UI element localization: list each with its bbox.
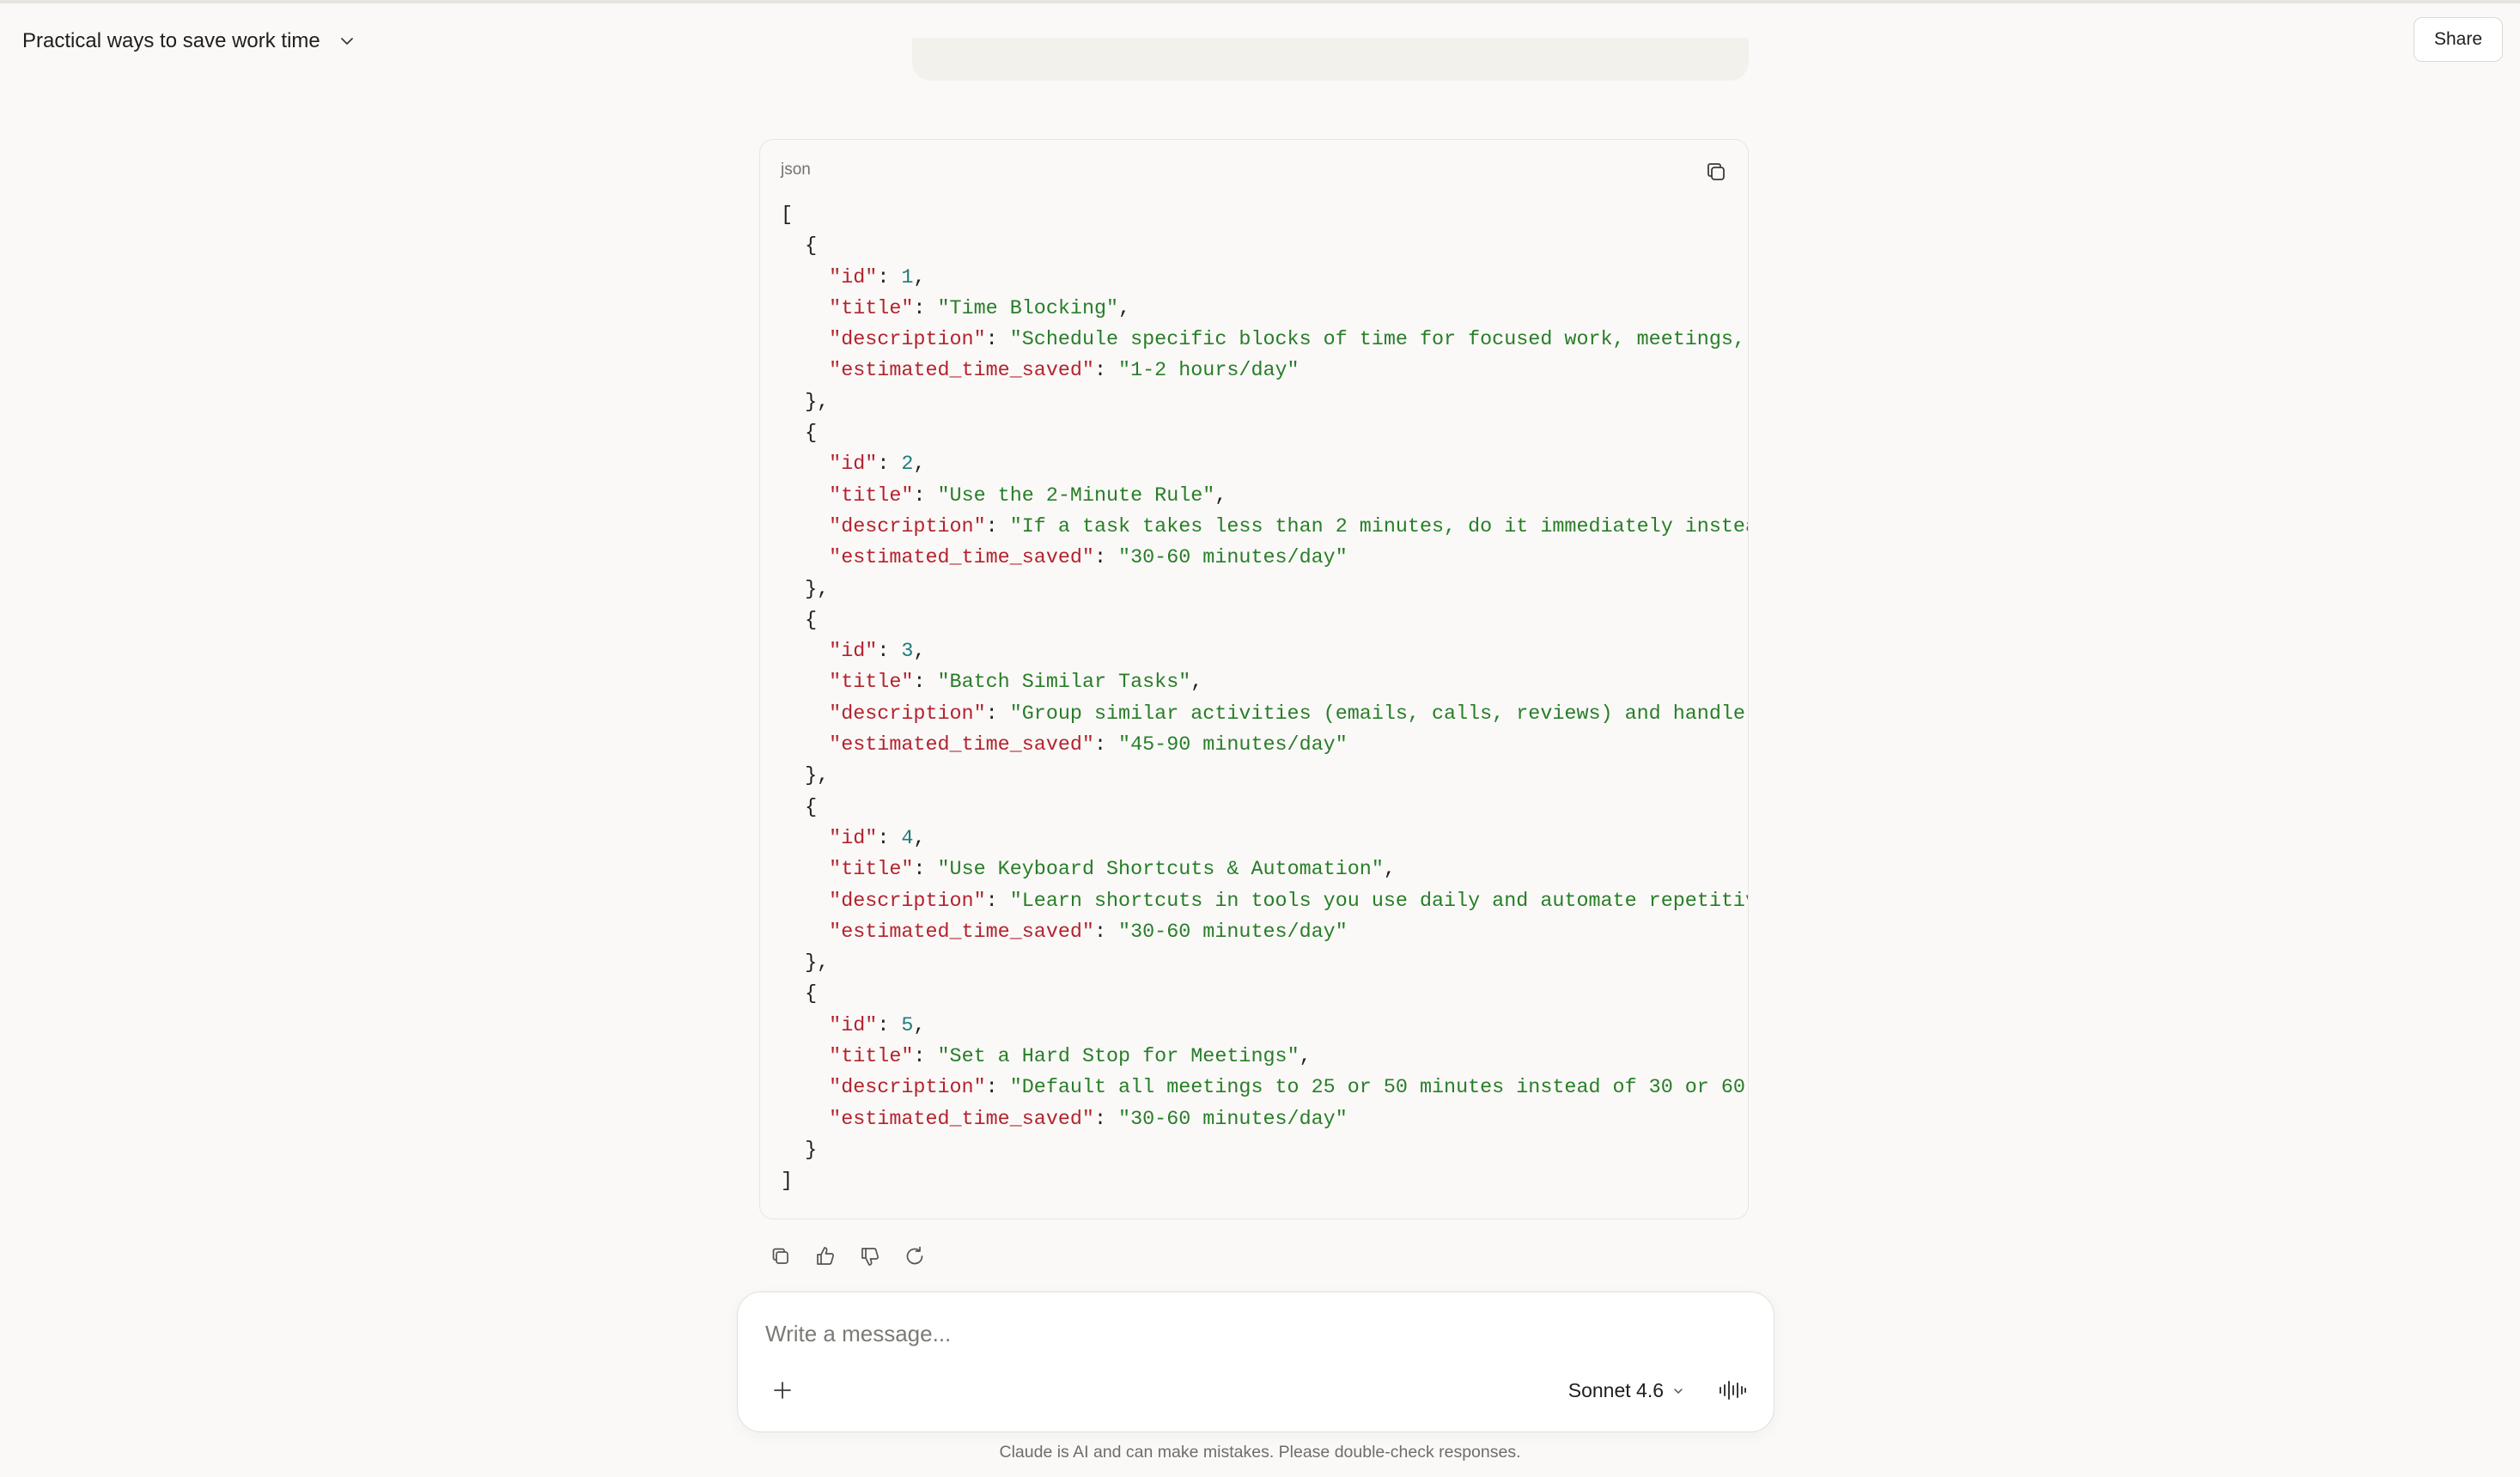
json-key: "id": [829, 641, 878, 664]
json-key: "title": [829, 484, 914, 508]
message-actions: [768, 1243, 928, 1269]
json-string: "If a task takes less than 2 minutes, do…: [1009, 515, 1748, 538]
json-string: "Default all meetings to 25 or 50 minute…: [1009, 1077, 1748, 1100]
json-key: "estimated_time_saved": [829, 921, 1094, 944]
json-string: "Use the 2-Minute Rule": [937, 484, 1215, 508]
conversation-title: Practical ways to save work time: [22, 29, 320, 52]
json-key: "title": [829, 297, 914, 320]
json-key: "title": [829, 1046, 914, 1069]
thumbs-up-icon[interactable]: [813, 1243, 838, 1269]
json-key: "id": [829, 827, 878, 850]
copy-icon[interactable]: [1703, 159, 1729, 185]
code-language-label: json: [781, 161, 811, 179]
json-key: "title": [829, 859, 914, 882]
json-string: "Batch Similar Tasks": [937, 672, 1191, 695]
json-key: "id": [829, 266, 878, 289]
copy-icon[interactable]: [768, 1243, 794, 1269]
json-string: "Set a Hard Stop for Meetings": [937, 1046, 1300, 1069]
json-key: "id": [829, 1014, 878, 1037]
json-string: "30-60 minutes/day": [1118, 921, 1348, 944]
json-number: 2: [901, 453, 914, 477]
json-key: "description": [829, 890, 986, 913]
conversation-title-button[interactable]: Practical ways to save work time: [22, 24, 356, 58]
model-selector[interactable]: Sonnet 4.6: [1568, 1377, 1684, 1404]
chevron-down-icon: [339, 33, 356, 50]
model-name: Sonnet 4.6: [1567, 1378, 1664, 1401]
json-number: 1: [901, 266, 914, 289]
voice-waveform-icon[interactable]: [1717, 1377, 1748, 1404]
code-block: json [ { "id": 1, "title": "Time Blockin…: [759, 139, 1749, 1219]
disclaimer-text: Claude is AI and can make mistakes. Plea…: [999, 1443, 1521, 1462]
json-string: "45-90 minutes/day": [1118, 734, 1348, 757]
retry-icon[interactable]: [902, 1243, 928, 1269]
message-composer: Sonnet 4.6: [737, 1292, 1774, 1432]
json-string: "Learn shortcuts in tools you use daily …: [1009, 890, 1748, 913]
json-string: "Group similar activities (emails, calls…: [1009, 702, 1748, 726]
json-key: "title": [829, 672, 914, 695]
json-string: "Use Keyboard Shortcuts & Automation": [937, 859, 1384, 882]
json-number: 4: [901, 827, 914, 850]
plus-icon[interactable]: [769, 1377, 796, 1404]
code-content: [ { "id": 1, "title": "Time Blocking", "…: [781, 200, 1748, 1198]
previous-message-bubble: [912, 38, 1749, 81]
json-key: "estimated_time_saved": [829, 547, 1094, 570]
share-button[interactable]: Share: [2413, 17, 2503, 62]
message-input[interactable]: [765, 1316, 1538, 1351]
json-key: "estimated_time_saved": [829, 1108, 1094, 1131]
json-string: "Time Blocking": [937, 297, 1119, 320]
json-string: "Schedule specific blocks of time for fo…: [1009, 329, 1748, 352]
json-key: "estimated_time_saved": [829, 734, 1094, 757]
json-number: 5: [901, 1014, 914, 1037]
json-string: "30-60 minutes/day": [1118, 547, 1348, 570]
json-key: "description": [829, 515, 986, 538]
chevron-down-icon: [1672, 1379, 1684, 1402]
json-string: "30-60 minutes/day": [1118, 1108, 1348, 1131]
json-number: 3: [901, 641, 914, 664]
json-key: "description": [829, 702, 986, 726]
json-string: "1-2 hours/day": [1118, 360, 1300, 383]
json-key: "id": [829, 453, 878, 477]
json-key: "description": [829, 329, 986, 352]
thumbs-down-icon[interactable]: [857, 1243, 883, 1269]
json-key: "description": [829, 1077, 986, 1100]
json-key: "estimated_time_saved": [829, 360, 1094, 383]
